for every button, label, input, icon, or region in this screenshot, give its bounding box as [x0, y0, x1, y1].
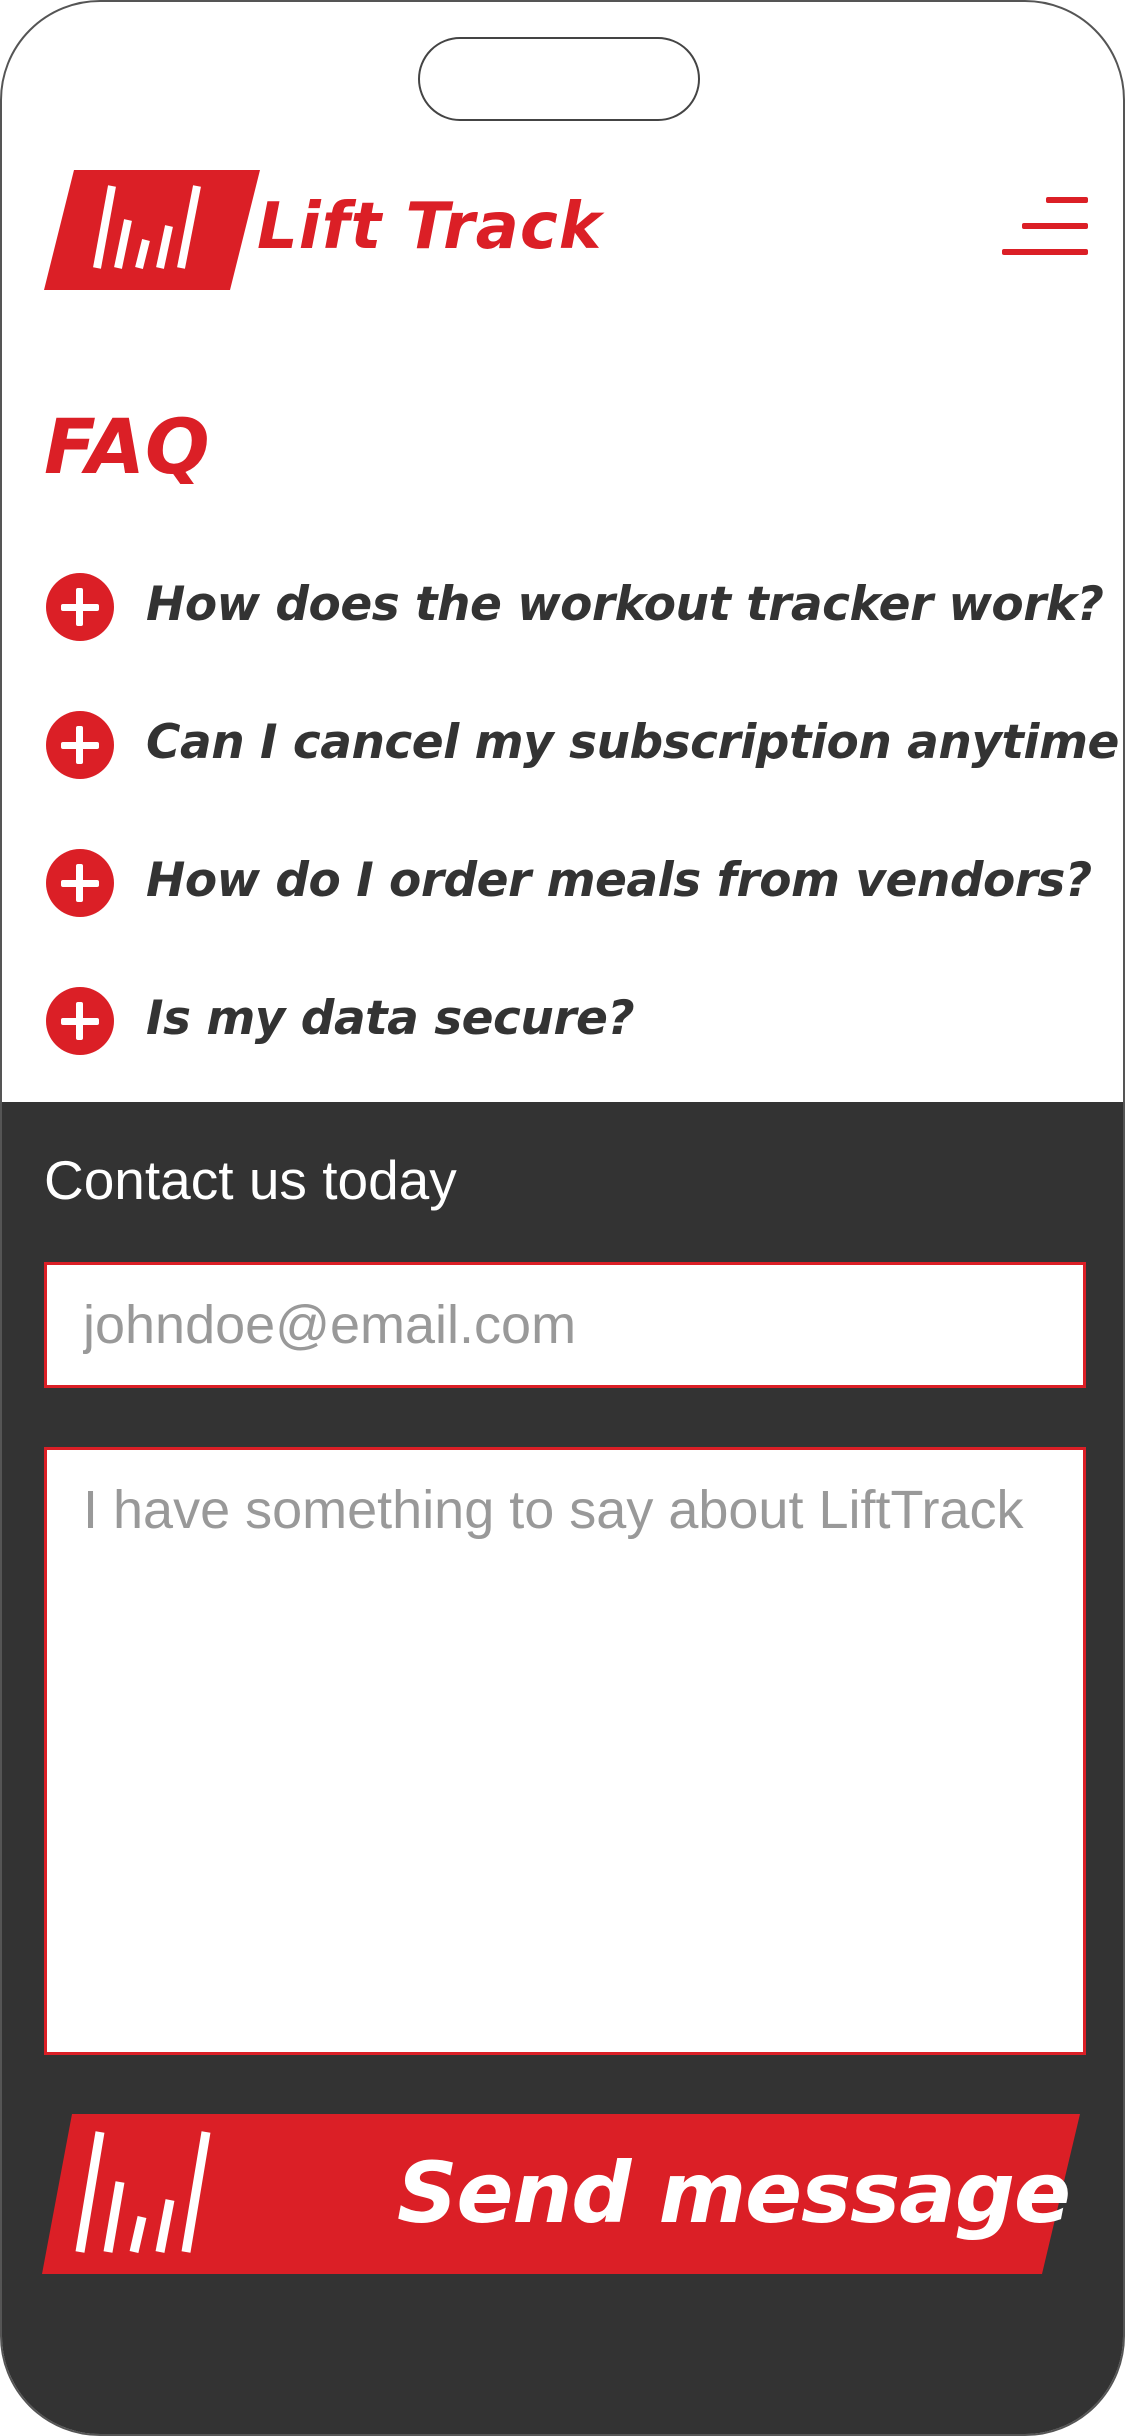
device-notch [418, 37, 700, 121]
faq-title: FAQ [44, 402, 210, 491]
plus-circle-icon[interactable] [46, 573, 114, 641]
phone-frame: Lift Track FAQ How does the workout trac… [0, 0, 1125, 2436]
brand-name: Lift Track [257, 190, 603, 264]
faq-item[interactable]: How does the workout tracker work? [44, 567, 1104, 647]
plus-circle-icon[interactable] [46, 987, 114, 1055]
send-message-button[interactable]: Send message [42, 2112, 1082, 2277]
plus-circle-icon[interactable] [46, 849, 114, 917]
contact-title: Contact us today [44, 1149, 457, 1211]
faq-question: How do I order meals from vendors? [146, 853, 1092, 908]
bars-logo-icon[interactable] [42, 168, 262, 292]
contact-section: Contact us today Send message [2, 1102, 1123, 2434]
faq-question: How does the workout tracker work? [146, 577, 1104, 632]
send-button-label: Send message [397, 2144, 1071, 2242]
email-field[interactable] [44, 1262, 1086, 1388]
faq-question: Is my data secure? [146, 991, 635, 1046]
app-header: Lift Track [2, 162, 1123, 297]
message-field[interactable] [44, 1447, 1086, 2055]
plus-circle-icon[interactable] [46, 711, 114, 779]
faq-item[interactable]: How do I order meals from vendors? [44, 843, 1104, 923]
faq-item[interactable]: Is my data secure? [44, 981, 1104, 1061]
hamburger-menu-icon[interactable] [1002, 197, 1088, 259]
faq-item[interactable]: Can I cancel my subscription anytime? [44, 705, 1123, 785]
faq-question: Can I cancel my subscription anytime? [146, 715, 1125, 770]
